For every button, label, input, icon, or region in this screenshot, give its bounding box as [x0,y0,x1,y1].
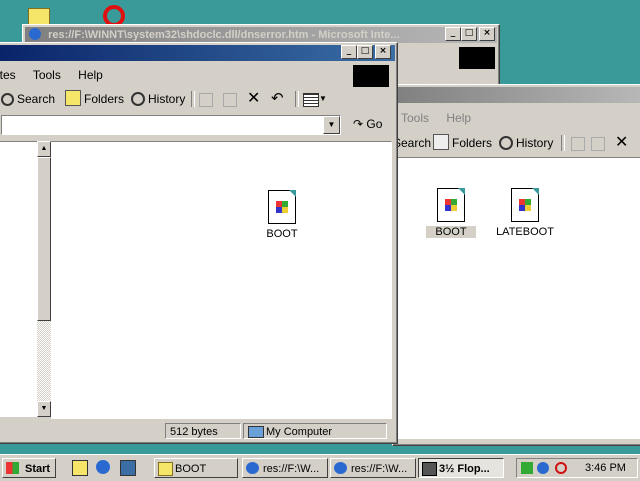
delete-icon[interactable]: ✕ [615,133,628,153]
ie-icon [334,462,347,474]
address-input[interactable]: ▼ [1,115,341,135]
toolbar-separator [295,91,299,107]
tree-scrollbar[interactable]: ▲ ▼ [37,141,51,417]
front-window-title-bar[interactable] [0,45,395,61]
front-close-button[interactable]: × [375,45,391,59]
copy-to-icon[interactable] [591,137,605,151]
file-item[interactable]: BOOT [257,190,307,240]
quick-launch-channels-icon[interactable] [120,460,136,476]
views-dropdown-icon[interactable]: ▼ [319,91,327,107]
back-folders-label: Folders [452,136,493,150]
toolbar-separator [191,91,195,107]
my-computer-icon [248,426,264,438]
tray-globe-icon[interactable] [537,462,549,474]
menu-favorites[interactable]: ites [0,68,16,82]
browser-title: res://F:\WINNT\system32\shdoclc.dll/dnse… [48,29,400,41]
move-to-icon[interactable] [199,93,213,107]
taskbar-item-browser-2[interactable]: res://F:\W... [330,458,416,478]
start-label: Start [25,463,51,475]
history-button[interactable]: History [131,89,185,109]
back-history-label: History [516,136,554,150]
undo-icon[interactable]: ↶ [271,89,284,109]
go-button[interactable]: ↷ Go [353,114,382,134]
search-icon [1,93,14,106]
taskbar-item-browser-1[interactable]: res://F:\W... [242,458,328,478]
menu-tools[interactable]: Tools [33,68,61,82]
folders-label: Folders [84,92,125,106]
scroll-down-button[interactable]: ▼ [37,401,51,417]
folders-button[interactable]: Folders [65,89,124,109]
file-item[interactable]: BOOT [426,188,476,238]
move-to-icon[interactable] [571,137,585,151]
file-name: BOOT [266,228,298,240]
back-search-button[interactable]: Search [393,133,431,153]
taskbar-item-floppy[interactable]: 3½ Flop... [418,458,504,478]
status-size: 512 bytes [165,423,241,439]
go-label: Go [366,117,383,131]
back-window-title-bar[interactable] [395,87,640,103]
file-icon [437,188,465,222]
taskbar-item-label: BOOT [175,463,207,475]
windows-logo-icon [353,65,389,87]
file-icon [268,190,296,224]
browser-throbber-icon [459,47,495,69]
menu-help[interactable]: Help [78,68,103,82]
tray-search-icon[interactable] [555,462,567,474]
browser-maximize-button[interactable]: □ [461,27,477,41]
scroll-thumb[interactable] [37,157,51,321]
search-button[interactable]: Search [1,89,55,109]
folder-tree-pane[interactable] [0,141,38,417]
clock: 3:46 PM [585,462,626,474]
search-label: Search [17,92,56,106]
back-window-menu-bar: Tools Help [401,109,485,127]
browser-minimize-button[interactable]: _ [445,27,461,41]
copy-to-icon[interactable] [223,93,237,107]
tray-network-icon[interactable] [521,462,533,474]
taskbar-item-label: 3½ Flop... [439,463,490,475]
front-window-menu-bar: ites Tools Help [0,66,117,84]
folders-icon [433,134,449,150]
file-name: LATEBOOT [496,226,554,238]
taskbar-item-label: res://F:\W... [263,463,320,475]
browser-close-button[interactable]: × [479,27,495,41]
folder-icon [158,462,173,476]
views-icon[interactable] [303,93,319,107]
history-icon [131,92,145,106]
taskbar-item-label: res://F:\W... [351,463,408,475]
back-history-button[interactable]: History [499,133,553,153]
history-icon [499,136,513,150]
history-label: History [148,92,186,106]
file-item[interactable]: LATEBOOT [490,188,560,238]
folders-icon [65,90,81,106]
taskbar-item-boot[interactable]: BOOT [154,458,238,478]
front-maximize-button[interactable]: □ [357,45,373,59]
back-explorer-window[interactable]: Tools Help Search Folders History ✕ BOOT… [392,84,640,446]
status-zone-label: My Computer [266,426,333,438]
toolbar-separator [561,135,565,151]
go-arrow-icon: ↷ [353,117,364,131]
back-folders-button[interactable]: Folders [433,133,492,153]
back-search-label: Search [393,136,432,150]
file-icon [511,188,539,222]
menu-tools[interactable]: Tools [401,111,429,125]
front-minimize-button[interactable]: _ [341,45,357,59]
status-zone: My Computer [243,423,387,439]
menu-help[interactable]: Help [446,111,471,125]
quick-launch-desktop-icon[interactable] [72,460,88,476]
windows-logo-icon [6,462,19,474]
scroll-up-button[interactable]: ▲ [37,141,51,157]
front-explorer-window[interactable]: _ □ × ites Tools Help Search Folders His… [0,42,398,444]
ie-icon [29,28,41,40]
delete-icon[interactable]: ✕ [247,89,260,109]
back-window-file-view[interactable]: BOOT LATEBOOT [397,157,640,439]
browser-title-bar[interactable]: res://F:\WINNT\system32\shdoclc.dll/dnse… [25,27,497,43]
ie-icon [246,462,259,474]
address-dropdown-button[interactable]: ▼ [323,116,340,134]
start-button[interactable]: Start [2,458,56,478]
floppy-icon [422,462,437,476]
quick-launch-ie-icon[interactable] [96,460,110,474]
system-tray: 3:46 PM [516,458,638,478]
file-view[interactable]: BOOT [51,141,392,419]
file-name: BOOT [426,226,476,238]
